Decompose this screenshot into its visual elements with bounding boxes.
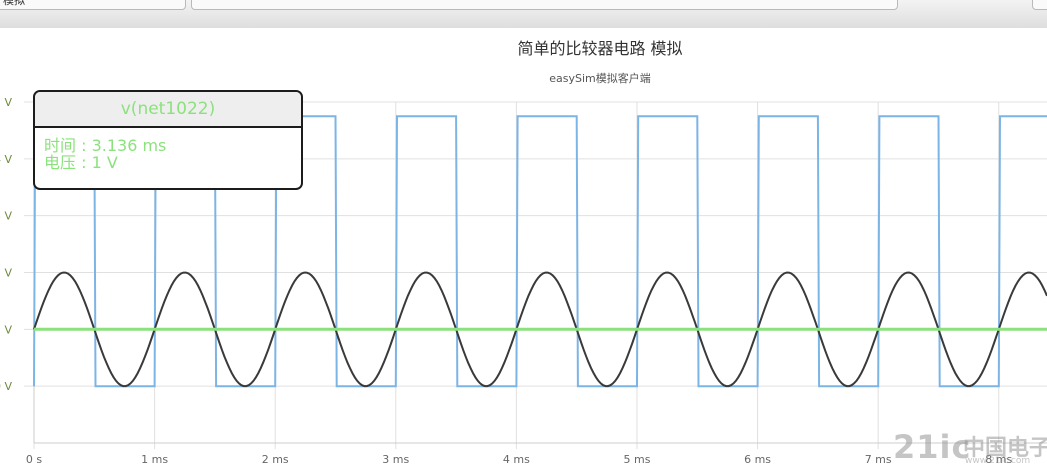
y-tick-label: V bbox=[4, 323, 12, 336]
tooltip-voltage-label: 电压 bbox=[44, 153, 77, 172]
watermark-logo-text: 21ic bbox=[893, 428, 972, 466]
x-tick-label: 4 ms bbox=[503, 453, 530, 466]
x-tick-label: 0 s bbox=[26, 453, 42, 466]
chart-area: 简单的比较器电路 模拟 easySim模拟客户端 0 V V 2 V 3 V 4 V 5 … bbox=[0, 28, 1047, 474]
tooltip-body: 时间 : 3.136 ms 电压 : 1 V bbox=[35, 128, 301, 171]
x-tick-label: 3 ms bbox=[382, 453, 409, 466]
x-tick-label: 7 ms bbox=[865, 453, 892, 466]
x-tick-label: 5 ms bbox=[623, 453, 650, 466]
x-tick-label: 2 ms bbox=[262, 453, 289, 466]
tooltip: v(net1022) 时间 : 3.136 ms 电压 : 1 V bbox=[33, 90, 303, 190]
chart-title: 简单的比较器电路 模拟 bbox=[517, 39, 682, 58]
watermark-url: www.21ic.com bbox=[965, 456, 1031, 466]
tooltip-title: v(net1022) bbox=[35, 92, 301, 128]
y-tick-label: 3 V bbox=[0, 210, 12, 223]
y-tick-label: 4 V bbox=[0, 153, 12, 166]
watermark-logo: 21ic 中国电子网 www.21ic.com bbox=[893, 428, 1047, 468]
x-tick-label: 1 ms bbox=[141, 453, 168, 466]
y-tick-label: 2 V bbox=[0, 267, 12, 280]
y-tick-label: 0 V bbox=[0, 380, 12, 393]
chart-subtitle: easySim模拟客户端 bbox=[549, 71, 651, 85]
tooltip-voltage-row: 电压 : 1 V bbox=[44, 153, 118, 172]
tooltip-voltage-value: 1 V bbox=[91, 153, 118, 172]
x-tick-label: 6 ms bbox=[744, 453, 771, 466]
y-tick-label: 5 V bbox=[0, 96, 12, 109]
tooltip-time-row: 时间 : 3.136 ms bbox=[44, 136, 167, 155]
